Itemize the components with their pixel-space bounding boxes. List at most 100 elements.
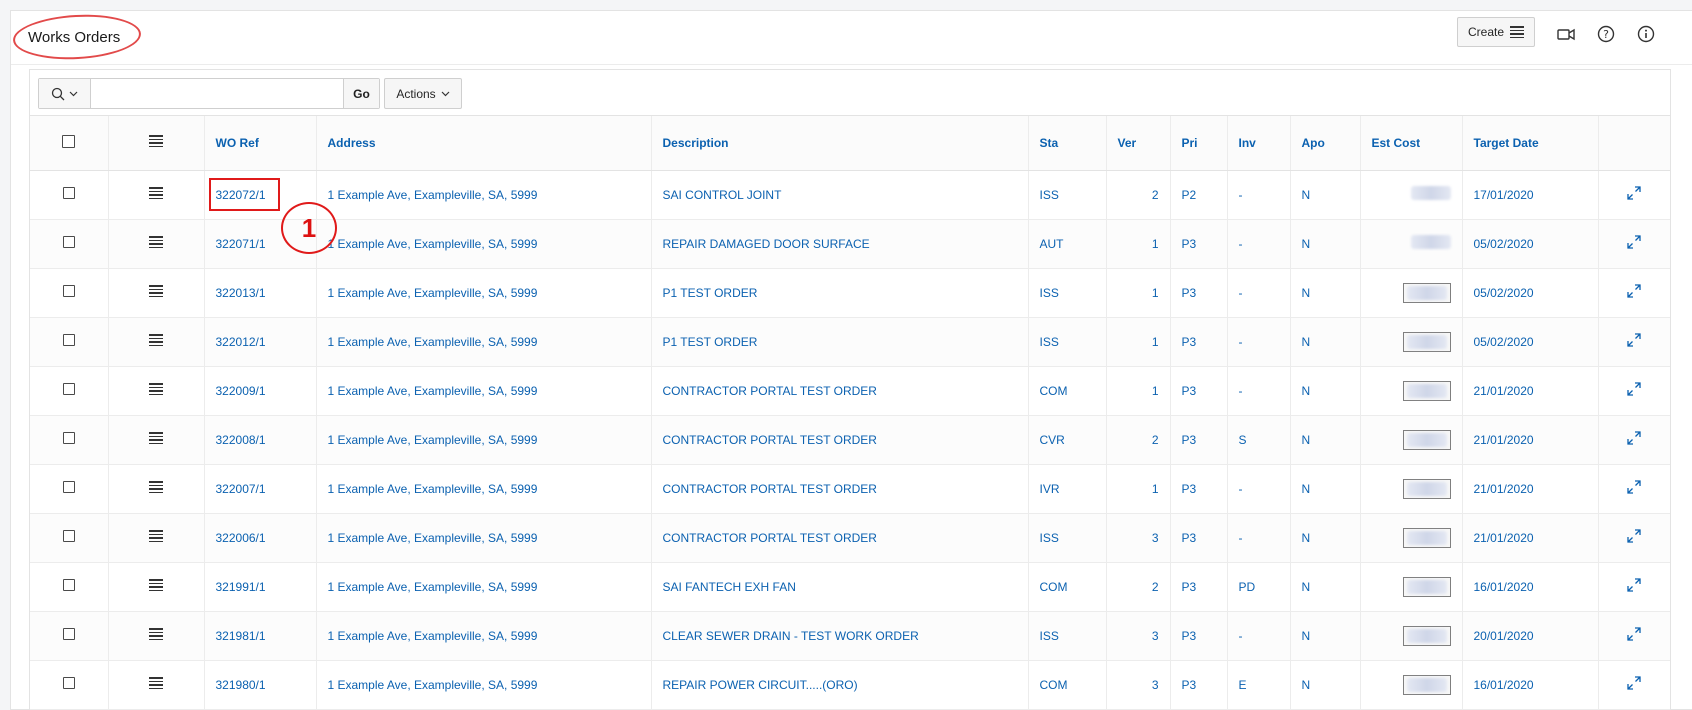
- row-checkbox[interactable]: [62, 285, 75, 297]
- row-menu-icon[interactable]: [149, 528, 163, 544]
- description-link[interactable]: CLEAR SEWER DRAIN - TEST WORK ORDER: [651, 611, 1029, 661]
- description-link[interactable]: P1 TEST ORDER: [651, 268, 1029, 318]
- description-link[interactable]: SAI CONTROL JOINT: [651, 170, 1029, 220]
- interactive-grid: Go Actions WO Ref Address Description St…: [29, 69, 1671, 710]
- wo-ref-link[interactable]: 321980/1: [204, 660, 317, 710]
- description-link[interactable]: CONTRACTOR PORTAL TEST ORDER: [651, 464, 1029, 514]
- est-cost-value-box: [1402, 331, 1451, 352]
- info-icon[interactable]: [1637, 25, 1655, 43]
- wo-ref-link[interactable]: 322012/1: [204, 317, 317, 367]
- description-link[interactable]: CONTRACTOR PORTAL TEST ORDER: [651, 415, 1029, 465]
- row-checkbox[interactable]: [62, 383, 75, 395]
- row-checkbox[interactable]: [62, 579, 75, 591]
- apo-cell: N: [1290, 268, 1361, 318]
- priority-cell: P3: [1170, 611, 1228, 661]
- address-link[interactable]: 1 Example Ave, Exampleville, SA, 5999: [316, 562, 652, 612]
- row-select-cell: [30, 611, 109, 661]
- expand-icon[interactable]: [1627, 676, 1641, 690]
- description-link[interactable]: REPAIR POWER CIRCUIT.....(ORO): [651, 660, 1029, 710]
- description-link[interactable]: CONTRACTOR PORTAL TEST ORDER: [651, 513, 1029, 563]
- row-checkbox[interactable]: [62, 481, 75, 493]
- col-header-wo-ref[interactable]: WO Ref: [204, 116, 317, 171]
- col-header-pri[interactable]: Pri: [1170, 116, 1228, 171]
- col-header-description[interactable]: Description: [651, 116, 1029, 171]
- address-link[interactable]: 1 Example Ave, Exampleville, SA, 5999: [316, 317, 652, 367]
- expand-icon[interactable]: [1627, 480, 1641, 494]
- menu-lines-icon[interactable]: [149, 133, 163, 149]
- address-link[interactable]: 1 Example Ave, Exampleville, SA, 5999: [316, 268, 652, 318]
- annotation-step-number: 1: [281, 202, 337, 254]
- row-menu-icon[interactable]: [149, 430, 163, 446]
- apo-cell: N: [1290, 660, 1361, 710]
- row-actions-cell: [108, 366, 205, 416]
- col-header-est-cost[interactable]: Est Cost: [1360, 116, 1463, 171]
- wo-ref-link[interactable]: 322013/1: [204, 268, 317, 318]
- row-menu-icon[interactable]: [149, 626, 163, 642]
- select-all-checkbox[interactable]: [62, 134, 76, 148]
- col-header-inv[interactable]: Inv: [1227, 116, 1291, 171]
- row-select-cell: [30, 464, 109, 514]
- invoice-cell: -: [1227, 219, 1291, 269]
- row-checkbox[interactable]: [62, 432, 75, 444]
- wo-ref-link[interactable]: 322007/1: [204, 464, 317, 514]
- description-link[interactable]: P1 TEST ORDER: [651, 317, 1029, 367]
- expand-icon[interactable]: [1627, 333, 1641, 347]
- wo-ref-link[interactable]: 322009/1: [204, 366, 317, 416]
- row-menu-icon[interactable]: [149, 479, 163, 495]
- row-checkbox[interactable]: [62, 334, 75, 346]
- row-checkbox[interactable]: [62, 677, 75, 689]
- address-link[interactable]: 1 Example Ave, Exampleville, SA, 5999: [316, 611, 652, 661]
- address-link[interactable]: 1 Example Ave, Exampleville, SA, 5999: [316, 464, 652, 514]
- create-button[interactable]: Create: [1457, 17, 1536, 47]
- help-icon[interactable]: ?: [1597, 25, 1615, 43]
- expand-icon[interactable]: [1627, 578, 1641, 592]
- row-menu-icon[interactable]: [149, 234, 163, 250]
- col-header-address[interactable]: Address: [316, 116, 652, 171]
- row-checkbox[interactable]: [62, 530, 75, 542]
- address-link[interactable]: 1 Example Ave, Exampleville, SA, 5999: [316, 660, 652, 710]
- address-link[interactable]: 1 Example Ave, Exampleville, SA, 5999: [316, 170, 652, 220]
- go-button[interactable]: Go: [343, 79, 379, 108]
- address-link[interactable]: 1 Example Ave, Exampleville, SA, 5999: [316, 366, 652, 416]
- video-camera-icon[interactable]: [1557, 25, 1575, 43]
- actions-button[interactable]: Actions: [384, 78, 462, 109]
- est-cost-cell: [1360, 170, 1463, 220]
- row-menu-icon[interactable]: [149, 185, 163, 201]
- row-menu-icon[interactable]: [149, 675, 163, 691]
- expand-icon[interactable]: [1627, 235, 1641, 249]
- description-link[interactable]: CONTRACTOR PORTAL TEST ORDER: [651, 366, 1029, 416]
- search-column-selector[interactable]: [39, 79, 91, 108]
- row-menu-icon[interactable]: [149, 381, 163, 397]
- redacted-value: [1406, 481, 1447, 496]
- col-header-apo[interactable]: Apo: [1290, 116, 1361, 171]
- description-link[interactable]: REPAIR DAMAGED DOOR SURFACE: [651, 219, 1029, 269]
- wo-ref-link[interactable]: 322008/1: [204, 415, 317, 465]
- priority-cell: P3: [1170, 366, 1228, 416]
- wo-ref-link[interactable]: 322006/1: [204, 513, 317, 563]
- address-link[interactable]: 1 Example Ave, Exampleville, SA, 5999: [316, 513, 652, 563]
- description-link[interactable]: SAI FANTECH EXH FAN: [651, 562, 1029, 612]
- row-menu-icon[interactable]: [149, 577, 163, 593]
- expand-icon[interactable]: [1627, 627, 1641, 641]
- row-actions-cell: [108, 317, 205, 367]
- row-checkbox[interactable]: [62, 236, 75, 248]
- redacted-value: [1406, 530, 1447, 545]
- col-header-target-date[interactable]: Target Date: [1462, 116, 1599, 171]
- search-input[interactable]: [91, 79, 343, 108]
- address-link[interactable]: 1 Example Ave, Exampleville, SA, 5999: [316, 219, 652, 269]
- row-checkbox[interactable]: [62, 187, 75, 199]
- address-link[interactable]: 1 Example Ave, Exampleville, SA, 5999: [316, 415, 652, 465]
- expand-icon[interactable]: [1627, 382, 1641, 396]
- expand-icon[interactable]: [1627, 284, 1641, 298]
- expand-icon[interactable]: [1627, 529, 1641, 543]
- row-menu-icon[interactable]: [149, 283, 163, 299]
- wo-ref-link[interactable]: 321981/1: [204, 611, 317, 661]
- wo-ref-link[interactable]: 321991/1: [204, 562, 317, 612]
- expand-icon[interactable]: [1627, 431, 1641, 445]
- row-menu-icon[interactable]: [149, 332, 163, 348]
- col-header-sta[interactable]: Sta: [1028, 116, 1107, 171]
- row-checkbox[interactable]: [62, 628, 75, 640]
- expand-icon[interactable]: [1627, 186, 1641, 200]
- version-cell: 1: [1106, 464, 1171, 514]
- col-header-ver[interactable]: Ver: [1106, 116, 1171, 171]
